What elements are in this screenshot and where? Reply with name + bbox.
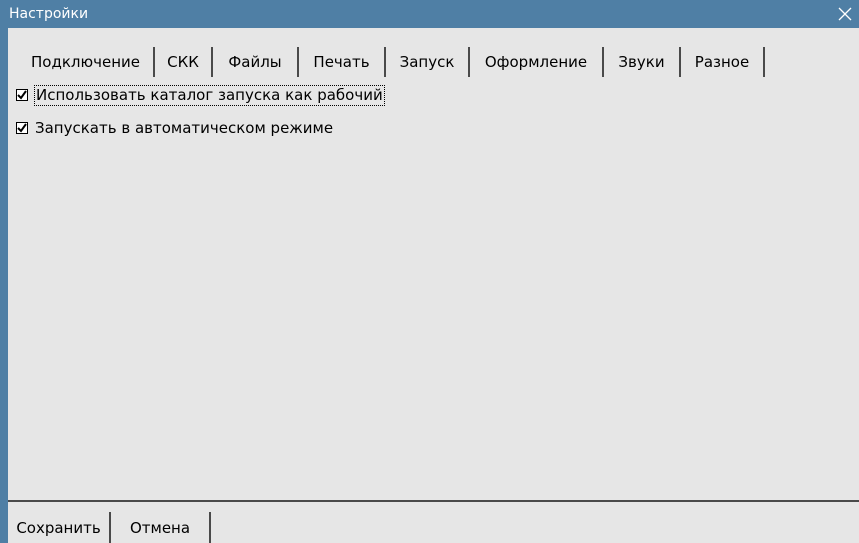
checkmark-icon <box>17 90 27 100</box>
tab-label: Звуки <box>618 53 665 71</box>
tab-label: Оформление <box>484 53 588 71</box>
tab-launch[interactable]: Запуск <box>386 47 470 77</box>
close-icon <box>838 7 852 21</box>
option-auto-mode[interactable]: Запускать в автоматическом режиме <box>16 117 334 139</box>
tab-label: Разное <box>694 53 750 71</box>
tab-strip: Подключение СКК Файлы Печать Запуск Офор… <box>8 47 859 77</box>
tab-content-launch: Использовать каталог запуска как рабочий… <box>8 77 859 500</box>
window-title: Настройки <box>9 6 89 22</box>
tab-label: Подключение <box>31 53 140 71</box>
option-label: Использовать каталог запуска как рабочий <box>34 84 385 106</box>
option-use-launch-dir[interactable]: Использовать каталог запуска как рабочий <box>16 84 385 106</box>
tab-label: Запуск <box>399 53 455 71</box>
tab-misc[interactable]: Разное <box>681 47 765 77</box>
tab-appearance[interactable]: Оформление <box>470 47 604 77</box>
close-button[interactable] <box>831 0 859 28</box>
tab-sounds[interactable]: Звуки <box>604 47 681 77</box>
tab-skk[interactable]: СКК <box>155 47 213 77</box>
tab-label: Печать <box>313 53 370 71</box>
title-bar: Настройки <box>0 0 859 28</box>
save-button[interactable]: Сохранить <box>8 512 111 543</box>
tab-print[interactable]: Печать <box>299 47 386 77</box>
option-label: Запускать в автоматическом режиме <box>35 118 334 137</box>
tab-files[interactable]: Файлы <box>213 47 299 77</box>
window-left-border <box>0 28 8 543</box>
tab-label: Файлы <box>228 53 282 71</box>
button-bar: Сохранить Отмена <box>8 502 859 543</box>
checkmark-icon <box>17 123 27 133</box>
cancel-button[interactable]: Отмена <box>111 512 211 543</box>
tab-connection[interactable]: Подключение <box>18 47 155 77</box>
checkbox[interactable] <box>16 122 28 134</box>
tab-label: СКК <box>167 53 199 71</box>
checkbox[interactable] <box>16 89 28 101</box>
